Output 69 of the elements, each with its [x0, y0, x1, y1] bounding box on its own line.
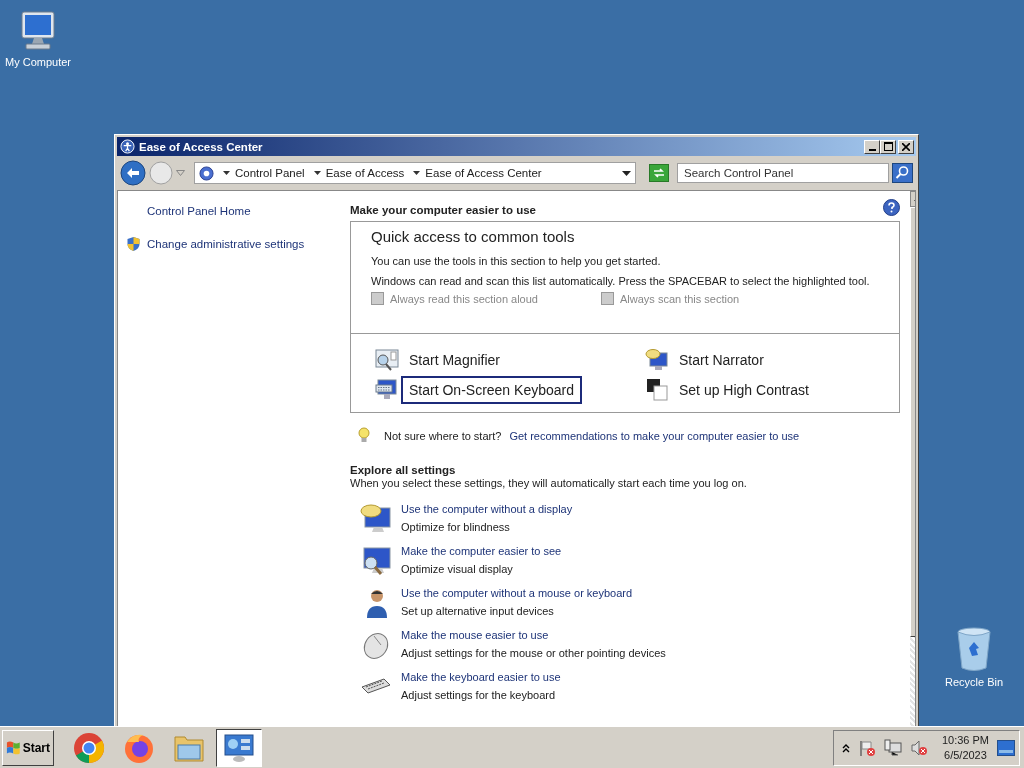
narrator-icon: [645, 348, 669, 372]
control-panel-icon: [223, 732, 255, 763]
search-field[interactable]: Search Control Panel: [677, 163, 889, 183]
breadcrumb[interactable]: Ease of Access: [325, 167, 405, 179]
page-heading: Make your computer easier to use: [350, 204, 536, 216]
section-title: Quick access to common tools: [371, 228, 576, 245]
monitor-magnifier-icon: [360, 545, 392, 577]
search-icon[interactable]: [892, 163, 913, 183]
setting-link[interactable]: Make the keyboard easier to use: [401, 671, 561, 683]
taskbar-button[interactable]: [216, 728, 262, 767]
breadcrumb[interactable]: Control Panel: [235, 167, 305, 179]
desktop-icon-label[interactable]: My Computer: [5, 56, 71, 68]
setting-link[interactable]: Use the computer without a mouse or keyboard: [401, 587, 633, 599]
setting-description: Set up alternative input devices: [401, 605, 555, 617]
address-bar[interactable]: Control Panel Ease of Access Ease of Access Center: [194, 162, 636, 184]
recycle-bin-icon[interactable]: [954, 626, 994, 672]
lightbulb-icon: [358, 427, 370, 444]
shield-icon: [126, 236, 141, 252]
flag-error-icon[interactable]: [857, 738, 876, 757]
tool-button[interactable]: Set up High Contrast: [671, 376, 817, 404]
magnifier-icon: [375, 349, 399, 371]
keyboard-icon: [375, 378, 399, 402]
minimize-button[interactable]: [864, 139, 880, 154]
chrome-icon: [73, 731, 105, 764]
setting-link[interactable]: Make the mouse easier to use: [401, 629, 666, 641]
minimize-icon: [868, 148, 876, 151]
tip-text: Not sure where to start?: [384, 429, 502, 442]
maximize-icon: [883, 142, 893, 151]
back-button[interactable]: [120, 160, 146, 186]
sidebar-link[interactable]: Change administrative settings: [147, 238, 305, 250]
caret-icon[interactable]: [413, 171, 421, 175]
high-contrast-icon: [645, 378, 669, 402]
caret-icon[interactable]: [223, 171, 230, 175]
breadcrumb[interactable]: Ease of Access Center: [425, 167, 542, 179]
tool-button[interactable]: Start On-Screen Keyboard: [401, 376, 582, 404]
refresh-button[interactable]: [649, 164, 669, 182]
dropdown-caret-icon[interactable]: [622, 170, 631, 176]
help-icon[interactable]: [883, 199, 900, 216]
section-subtitle: When you select these settings, they will automatically start each time you log on.: [350, 477, 748, 489]
monitor-speech-icon: [360, 503, 392, 535]
description-text: Windows can read and scan this list automatically. Press the SPACEBAR to select the highlighted tool.: [371, 274, 871, 289]
chevron-up-icon[interactable]: [841, 742, 850, 753]
network-icon[interactable]: [883, 738, 902, 757]
start-button[interactable]: Start: [2, 729, 54, 766]
setting-link[interactable]: Make the computer easier to see: [401, 545, 562, 557]
setting-description: Optimize for blindness: [401, 521, 511, 533]
maximize-button[interactable]: [880, 139, 896, 154]
clock-date[interactable]: 6/5/2023: [944, 747, 987, 763]
accessibility-icon: [120, 139, 135, 154]
close-button[interactable]: [898, 139, 914, 154]
control-panel-icon: [199, 165, 214, 181]
setting-description: Adjust settings for the mouse or other pointing devices: [401, 647, 666, 659]
window-title: Ease of Access Center: [139, 140, 264, 153]
setting-description: Optimize visual display: [401, 563, 514, 575]
tool-button[interactable]: Start Narrator: [671, 346, 772, 374]
section-heading: Explore all settings: [350, 464, 457, 476]
desktop-icon-label[interactable]: Recycle Bin: [944, 676, 1004, 688]
show-desktop-button[interactable]: [997, 739, 1015, 756]
caret-icon[interactable]: [313, 171, 321, 175]
tool-button[interactable]: Start Magnifier: [401, 346, 509, 374]
setting-description: Adjust settings for the keyboard: [401, 689, 557, 701]
recommendations-link[interactable]: Get recommendations to make your computer easier to use: [509, 429, 800, 442]
speaker-muted-icon[interactable]: [909, 738, 928, 757]
close-icon: [902, 142, 910, 151]
windows-flag-icon: [6, 740, 21, 755]
sidebar-link[interactable]: Control Panel Home: [147, 205, 251, 217]
description-text: You can use the tools in this section to help you get started.: [371, 254, 662, 269]
clock-time[interactable]: 10:36 PM: [941, 732, 989, 748]
setting-link[interactable]: Use the computer without a display: [401, 503, 573, 515]
